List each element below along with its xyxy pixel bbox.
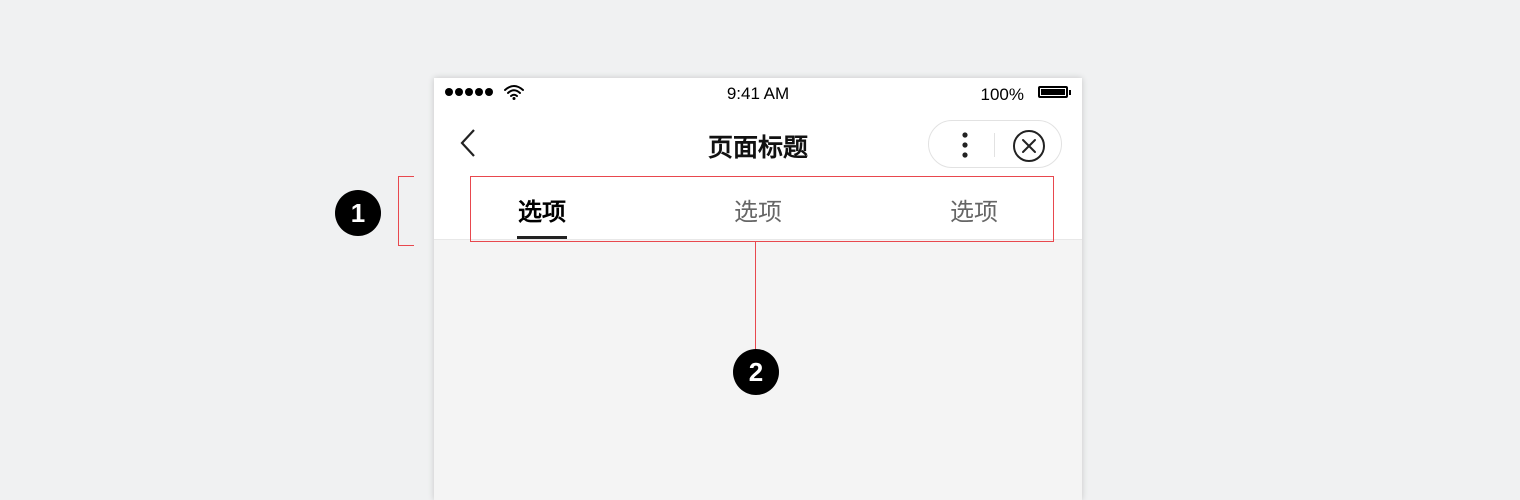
annotation-connector-line [755, 242, 756, 350]
phone-frame: 9:41 AM 100% 页面标题 选项 选项 选项 [434, 78, 1082, 500]
battery-percent: 100% [980, 85, 1024, 104]
annotation-highlight-box [470, 176, 1054, 242]
vertical-dots-icon[interactable] [955, 130, 975, 160]
battery-icon [1038, 86, 1071, 98]
navigation-bar: 页面标题 [434, 110, 1082, 178]
capsule-menu [928, 120, 1062, 168]
annotation-badge-2: 2 [733, 349, 779, 395]
status-bar: 9:41 AM 100% [434, 78, 1082, 110]
annotation-badge-1: 1 [335, 190, 381, 236]
annotation-bracket [398, 176, 414, 246]
circle-x-icon[interactable] [1012, 129, 1046, 163]
capsule-divider [994, 133, 995, 157]
